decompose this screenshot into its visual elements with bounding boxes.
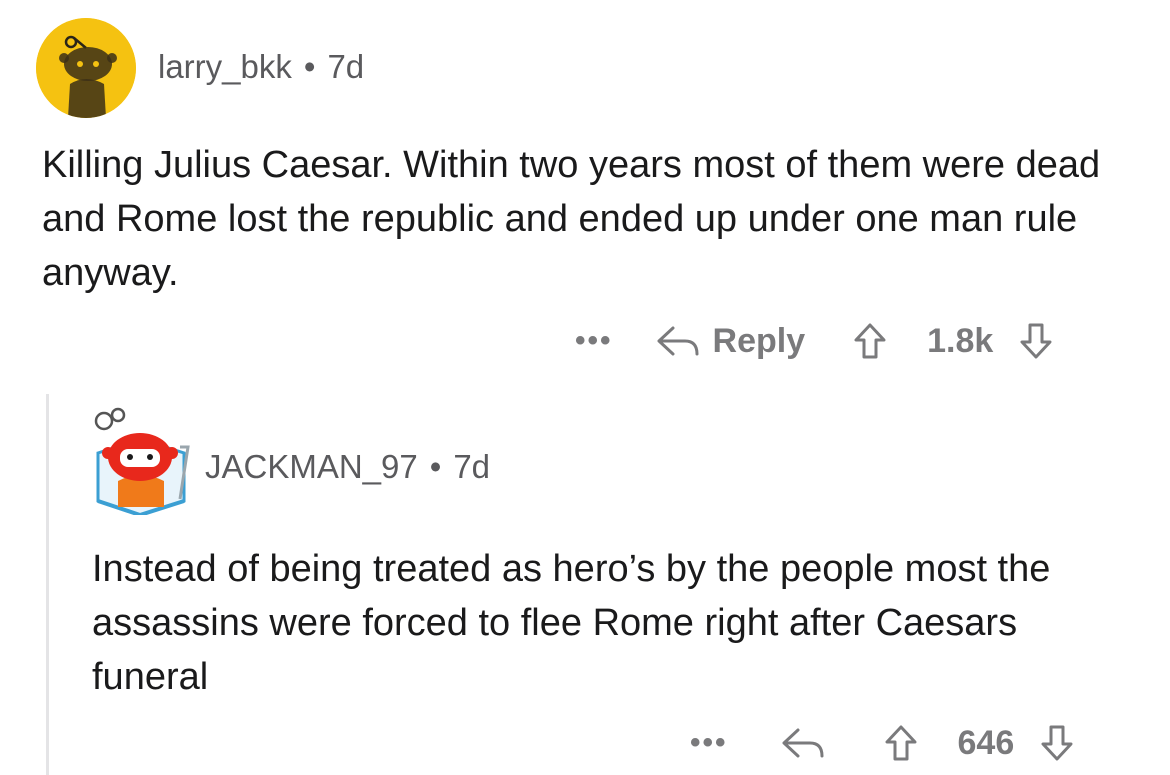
- comment-username[interactable]: larry_bkk: [158, 48, 292, 85]
- reply-icon: [657, 326, 699, 356]
- meta-separator: •: [429, 448, 442, 485]
- comment-actions: ••• Reply 1.8k: [575, 318, 1053, 364]
- comment-age: 7d: [327, 48, 365, 85]
- upvote-button[interactable]: [884, 724, 918, 762]
- snoo-avatar-icon: [36, 18, 136, 118]
- reply-age: 7d: [453, 448, 491, 485]
- robot-snoo-avatar-icon: [94, 407, 190, 515]
- reply-username[interactable]: JACKMAN_97: [205, 448, 418, 485]
- meta-separator: •: [303, 48, 316, 85]
- downvote-button[interactable]: [1040, 724, 1074, 762]
- downvote-arrow-icon: [1020, 323, 1052, 359]
- vote-count: 1.8k: [927, 321, 994, 360]
- downvote-button[interactable]: [1019, 322, 1053, 360]
- thread-line[interactable]: [46, 394, 49, 775]
- reply-actions: ••• 646: [690, 720, 1074, 766]
- upvote-button[interactable]: [853, 322, 887, 360]
- upvote-arrow-icon: [885, 725, 917, 761]
- reply-icon: [782, 728, 824, 758]
- reply-label: Reply: [712, 321, 806, 360]
- reply-body: Instead of being treated as hero’s by th…: [92, 548, 1051, 698]
- downvote-arrow-icon: [1041, 725, 1073, 761]
- avatar[interactable]: [84, 403, 196, 515]
- vote-count: 646: [957, 723, 1015, 762]
- reply-button[interactable]: Reply: [655, 321, 806, 361]
- more-options-button[interactable]: •••: [575, 324, 613, 358]
- reply-button[interactable]: [780, 726, 826, 760]
- reply-meta: JACKMAN_97 • 7d: [205, 448, 490, 486]
- upvote-arrow-icon: [854, 323, 886, 359]
- comment-meta: larry_bkk • 7d: [158, 48, 364, 86]
- comment-body: Killing Julius Caesar. Within two years …: [42, 144, 1101, 294]
- more-options-button[interactable]: •••: [690, 726, 728, 760]
- avatar[interactable]: [36, 18, 136, 118]
